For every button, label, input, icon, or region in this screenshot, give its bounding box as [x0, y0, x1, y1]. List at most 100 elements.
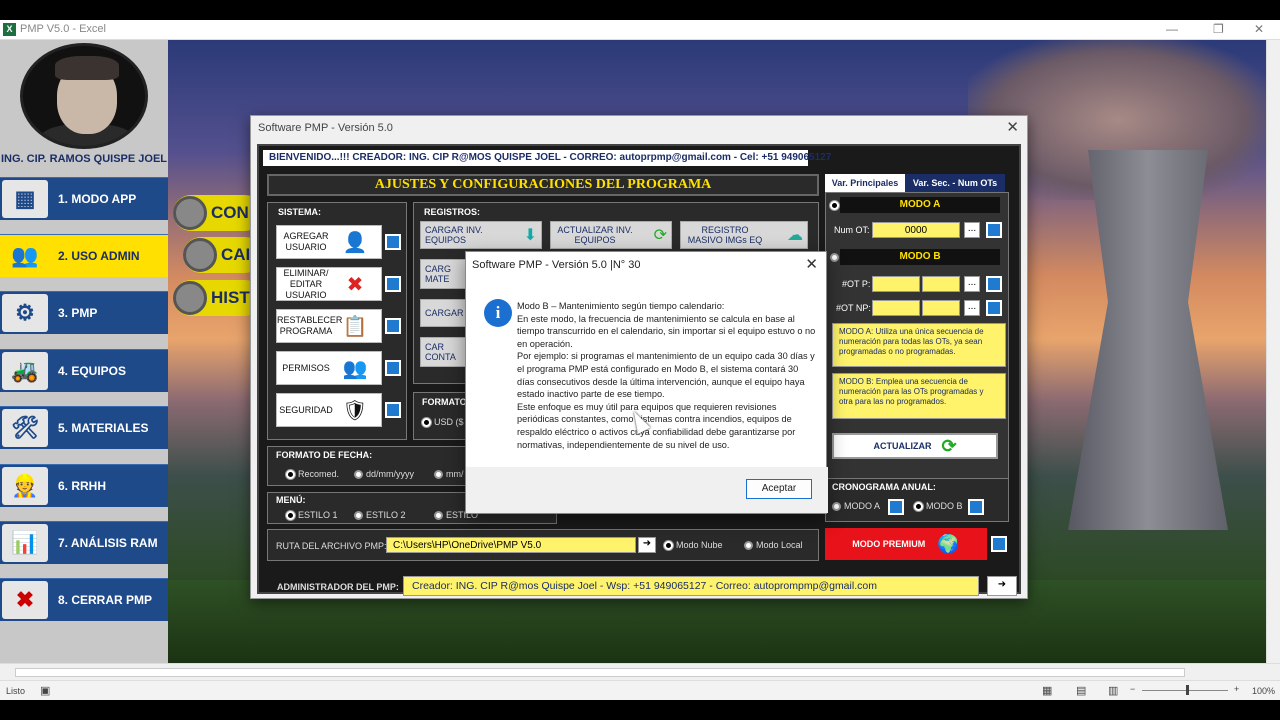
macro-icon[interactable]: ▣ [40, 684, 50, 697]
page-break-icon[interactable]: ▥ [1108, 684, 1118, 697]
tab-var-principales[interactable]: Var. Principales [825, 174, 905, 192]
checkbox[interactable] [986, 276, 1002, 292]
avatar [20, 43, 148, 149]
aceptar-button[interactable]: Aceptar [746, 479, 812, 499]
num-ot-input[interactable]: 0000 [872, 222, 960, 238]
radio-label: mm/ [446, 469, 464, 479]
zoom-thumb[interactable] [1186, 685, 1189, 695]
radio-label: MODO B [926, 501, 963, 511]
normal-view-icon[interactable]: ▦ [1042, 684, 1052, 697]
nav-equipos[interactable]: 🚜 4. EQUIPOS [0, 349, 168, 392]
cronograma-modo-a-radio[interactable]: MODO A [832, 501, 880, 511]
nav-label: 4. EQUIPOS [58, 364, 127, 378]
permisos-button[interactable]: PERMISOS 👥 [276, 351, 382, 385]
eliminar-usuario-button[interactable]: ELIMINAR/ EDITAR USUARIO ✖ [276, 267, 382, 301]
checkbox[interactable] [991, 536, 1007, 552]
fecha-recomed-radio[interactable]: Recomed. [286, 469, 339, 479]
checkbox[interactable] [385, 318, 401, 334]
checkbox[interactable] [968, 499, 984, 515]
browse-icon[interactable]: ➜ [638, 537, 656, 553]
ot-np-input-2[interactable] [922, 300, 960, 316]
zoom-slider[interactable] [1142, 690, 1228, 691]
ot-settings-panel: MODO A Num OT: 0000 ... MODO B #OT P: ..… [825, 192, 1009, 492]
cooling-tower [1068, 150, 1228, 530]
num-ot-more-button[interactable]: ... [964, 222, 980, 238]
save-admin-icon[interactable]: ➜ [987, 576, 1017, 596]
zoom-in-icon[interactable]: + [1234, 684, 1239, 694]
checkbox[interactable] [888, 499, 904, 515]
nav-rrhh[interactable]: 👷 6. RRHH [0, 464, 168, 507]
tab-var-sec[interactable]: Var. Sec. - Num OTs [905, 174, 1005, 192]
ot-np-input[interactable] [872, 300, 920, 316]
sidebar: ING. CIP. RAMOS QUISPE JOEL ▦ 1. MODO APP… [0, 40, 168, 663]
zoom-out-icon[interactable]: − [1130, 684, 1135, 694]
nav-label: 7. ANÁLISIS RAM [58, 536, 158, 550]
button-label: CARGAR [425, 308, 464, 318]
circle-icon [173, 196, 207, 230]
checkbox[interactable] [385, 402, 401, 418]
cargar-inv-equipos-button[interactable]: CARGAR INV. EQUIPOS ⬇ [420, 221, 542, 249]
radio-label: USD ($ [434, 417, 464, 427]
checkbox[interactable] [385, 360, 401, 376]
checkbox[interactable] [385, 234, 401, 250]
button-label: ACTUALIZAR [873, 441, 932, 451]
ot-p-more-button[interactable]: ... [964, 276, 980, 292]
close-circle-icon: ✖ [2, 581, 48, 619]
estilo-1-radio[interactable]: ESTILO 1 [286, 510, 338, 520]
fecha-ddmmyyyy-radio[interactable]: dd/mm/yyyy [354, 469, 414, 479]
nav-modo-app[interactable]: ▦ 1. MODO APP [0, 177, 168, 220]
checkbox[interactable] [385, 276, 401, 292]
checkbox[interactable] [986, 222, 1002, 238]
gears-icon: ⚙ [2, 294, 48, 332]
close-icon[interactable]: ✕ [1254, 22, 1264, 36]
estilo-2-radio[interactable]: ESTILO 2 [354, 510, 406, 520]
ot-np-label: #OT NP: [836, 303, 871, 313]
close-icon[interactable]: ✕ [1006, 118, 1019, 136]
ruta-input[interactable]: C:\Users\HP\OneDrive\PMP V5.0 [386, 537, 636, 553]
button-label: ELIMINAR/ EDITAR USUARIO [283, 267, 329, 300]
fecha-mm-radio[interactable]: mm/ [434, 469, 464, 479]
modo-nube-radio[interactable]: Modo Nube [664, 540, 723, 550]
scroll-thumb[interactable] [15, 668, 1185, 677]
globe-icon: 🌍 [937, 533, 960, 554]
note-modo-b: MODO B: Emplea una secuencia de numeraci… [832, 373, 1006, 419]
restore-icon[interactable]: ❐ [1213, 22, 1224, 36]
radio-label: Recomed. [298, 469, 340, 479]
modo-local-radio[interactable]: Modo Local [744, 540, 803, 550]
cronograma-modo-b-radio[interactable]: MODO B [914, 501, 963, 511]
ot-p-input[interactable] [872, 276, 920, 292]
button-label: REGISTRO MASIVO IMGs EQ [687, 225, 763, 245]
cronograma-group: CRONOGRAMA ANUAL: MODO A MODO B [825, 478, 1009, 522]
modo-premium-button[interactable]: MODO PREMIUM 🌍 [825, 528, 987, 560]
registro-masivo-button[interactable]: REGISTRO MASIVO IMGs EQ ☁ [680, 221, 808, 249]
actualizar-inv-equipos-button[interactable]: ACTUALIZAR INV. EQUIPOS ⟳ [550, 221, 672, 249]
button-label: CAR CONTA [425, 342, 456, 362]
modo-a-radio[interactable] [830, 201, 839, 210]
dialog-footer: Aceptar [466, 467, 828, 513]
actualizar-button[interactable]: ACTUALIZAR ⟳ [832, 433, 998, 459]
nav-analisis-ram[interactable]: 📊 7. ANÁLISIS RAM [0, 521, 168, 564]
horizontal-scrollbar[interactable] [0, 663, 1280, 680]
restablecer-button[interactable]: RESTABLECER PROGRAMA 📋 [276, 309, 382, 343]
nav-materiales[interactable]: 🛠 5. MATERIALES [0, 406, 168, 449]
agregar-usuario-button[interactable]: AGREGAR USUARIO 👤 [276, 225, 382, 259]
vertical-scrollbar[interactable] [1266, 40, 1280, 663]
nav-label: 5. MATERIALES [58, 421, 149, 435]
admin-input[interactable]: Creador: ING. CIP R@mos Quispe Joel - Ws… [403, 576, 979, 596]
refresh-icon: ⟳ [653, 227, 667, 244]
minimize-icon[interactable]: — [1166, 22, 1178, 36]
page-layout-icon[interactable]: ▤ [1076, 684, 1086, 697]
checkbox[interactable] [986, 300, 1002, 316]
ot-p-input-2[interactable] [922, 276, 960, 292]
nav-uso-admin[interactable]: 👥 2. USO ADMIN [0, 234, 168, 277]
status-bar: Listo ▣ ▦ ▤ ▥ − + 100% [0, 680, 1280, 700]
ot-np-more-button[interactable]: ... [964, 300, 980, 316]
team-icon: 👷 [2, 467, 48, 505]
menu-label: MENÚ: [276, 495, 306, 505]
nav-pmp[interactable]: ⚙ 3. PMP [0, 291, 168, 334]
usd-radio[interactable]: USD ($ [422, 417, 464, 427]
dialog-close-icon[interactable]: ✕ [805, 255, 818, 273]
seguridad-button[interactable]: SEGURIDAD 🛡 [276, 393, 382, 427]
modo-b-radio[interactable] [830, 253, 839, 262]
nav-cerrar-pmp[interactable]: ✖ 8. CERRAR PMP [0, 578, 168, 621]
